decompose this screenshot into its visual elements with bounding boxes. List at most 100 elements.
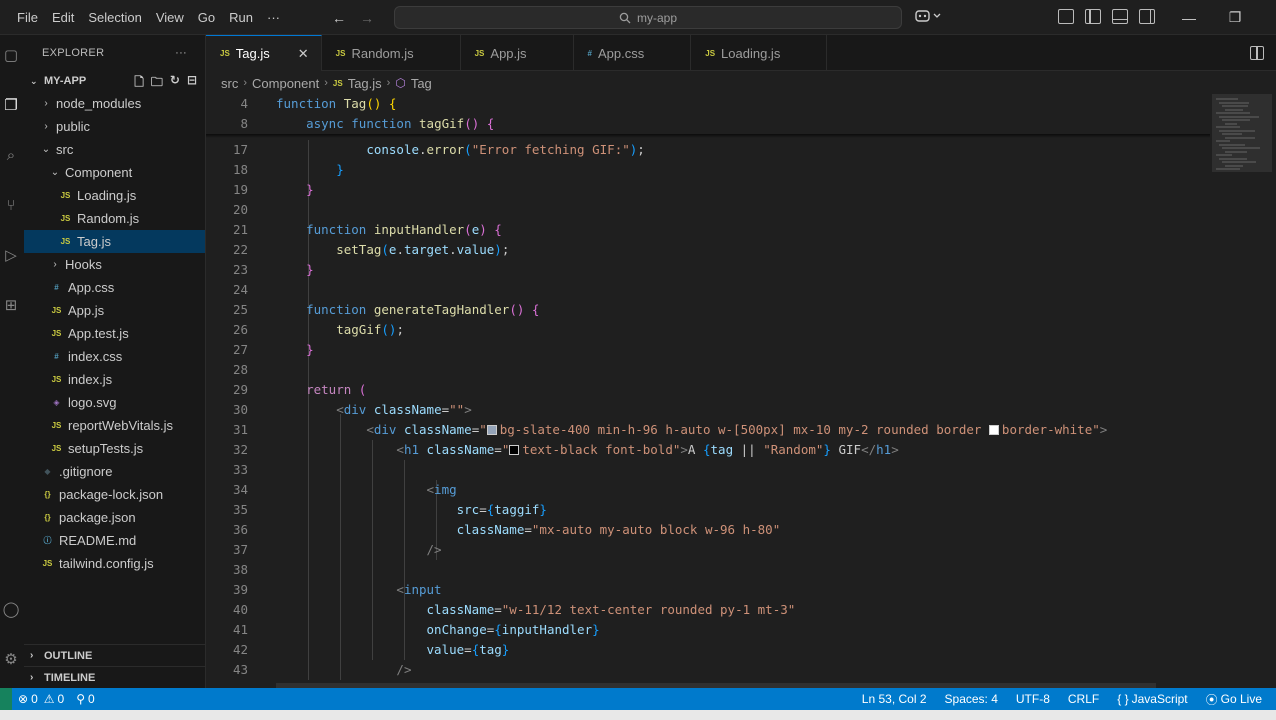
code-line[interactable]: 33 [206, 460, 1210, 480]
explorer-files-icon[interactable]: ▢ [2, 47, 20, 65]
tab-app-js[interactable]: JS App.js [461, 35, 574, 71]
tree-item[interactable]: # index.css [24, 345, 205, 368]
language-mode[interactable]: { } JavaScript [1111, 692, 1193, 706]
code-line[interactable]: 40 className="w-11/12 text-center rounde… [206, 600, 1210, 620]
outline-section[interactable]: › OUTLINE [24, 644, 206, 666]
tree-item[interactable]: ⓘ README.md [24, 529, 205, 552]
code-line[interactable]: 27 } [206, 340, 1210, 360]
split-editor-icon[interactable] [1250, 46, 1264, 60]
code-line[interactable]: 24 [206, 280, 1210, 300]
code-line[interactable]: 25 function generateTagHandler() { [206, 300, 1210, 320]
restore-button[interactable]: ❐ [1212, 0, 1258, 35]
account-icon[interactable]: ◯ [2, 601, 20, 619]
end-of-line[interactable]: CRLF [1062, 692, 1105, 706]
code-line[interactable]: 20 [206, 200, 1210, 220]
tree-item[interactable]: JS App.js [24, 299, 205, 322]
breadcrumb-symbol[interactable]: Tag [411, 76, 432, 91]
collapse-all-icon[interactable]: ⊟ [187, 73, 197, 94]
remote-indicator[interactable] [0, 688, 12, 710]
menu-selection[interactable]: Selection [81, 0, 148, 35]
code-line[interactable]: 21 function inputHandler(e) { [206, 220, 1210, 240]
minimap[interactable] [1210, 94, 1276, 688]
tree-item[interactable]: ⌄ Component [24, 161, 205, 184]
sticky-scroll-line[interactable]: 4 function Tag() { [206, 94, 1210, 114]
encoding[interactable]: UTF-8 [1010, 692, 1056, 706]
code-line[interactable]: 17 console.error("Error fetching GIF:"); [206, 140, 1210, 160]
code-line[interactable]: 28 [206, 360, 1210, 380]
code-line[interactable]: 42 value={tag} [206, 640, 1210, 660]
tree-item[interactable]: JS reportWebVitals.js [24, 414, 205, 437]
code-line[interactable]: 41 onChange={inputHandler} [206, 620, 1210, 640]
tree-item[interactable]: ◈ logo.svg [24, 391, 205, 414]
code-line[interactable]: 36 className="mx-auto my-auto block w-96… [206, 520, 1210, 540]
tree-item[interactable]: {} package-lock.json [24, 483, 205, 506]
sticky-scroll-line[interactable]: 8 async function tagGif() { [206, 114, 1210, 134]
problems-indicator[interactable]: ⊗ 0 ⚠ 0 [12, 692, 70, 706]
search-icon[interactable]: ⌕ [2, 147, 20, 165]
menu-more[interactable]: ··· [260, 0, 287, 35]
tree-item[interactable]: JS App.test.js [24, 322, 205, 345]
toggle-panel-icon[interactable] [1112, 9, 1128, 24]
menu-run[interactable]: Run [222, 0, 260, 35]
code-line[interactable]: 30 <div className=""> [206, 400, 1210, 420]
code-line[interactable]: 39 <input [206, 580, 1210, 600]
ports-indicator[interactable]: ⚲ 0 [70, 692, 100, 706]
timeline-section[interactable]: › TIMELINE [24, 666, 206, 688]
code-line[interactable]: 32 <h1 className=" text-black font-bold">… [206, 440, 1210, 460]
menu-go[interactable]: Go [191, 0, 222, 35]
tree-item[interactable]: # App.css [24, 276, 205, 299]
tree-item[interactable]: › public [24, 115, 205, 138]
code-line[interactable]: 29 return ( [206, 380, 1210, 400]
tree-item[interactable]: JS Tag.js [24, 230, 205, 253]
workspace-root[interactable]: ⌄ MY-APP 🗋 🗀 ↻ ⊟ [24, 70, 205, 92]
code-line[interactable]: 34 <img [206, 480, 1210, 500]
more-actions-icon[interactable]: ··· [175, 47, 187, 59]
menu-view[interactable]: View [149, 0, 191, 35]
tree-item[interactable]: JS Random.js [24, 207, 205, 230]
back-arrow-icon[interactable]: ← [332, 10, 346, 26]
code-line[interactable]: 35 src={taggif} [206, 500, 1210, 520]
tree-item[interactable]: JS setupTests.js [24, 437, 205, 460]
tree-item[interactable]: JS tailwind.config.js [24, 552, 205, 575]
indentation[interactable]: Spaces: 4 [939, 692, 1004, 706]
settings-gear-icon[interactable]: ⚙ [2, 651, 20, 669]
code-line[interactable]: 18 } [206, 160, 1210, 180]
tree-item[interactable]: JS Loading.js [24, 184, 205, 207]
toggle-secondary-sidebar-icon[interactable] [1139, 9, 1155, 24]
breadcrumb-folder-src[interactable]: src [221, 76, 238, 91]
menu-file[interactable]: File [10, 0, 45, 35]
explorer-active-icon[interactable]: ❐ [2, 97, 20, 115]
code-editor[interactable]: 4 function Tag() {8 async function tagGif… [206, 94, 1210, 688]
refresh-icon[interactable]: ↻ [170, 73, 180, 94]
close-icon[interactable]: ✕ [298, 46, 309, 62]
tree-item[interactable]: JS index.js [24, 368, 205, 391]
minimize-button[interactable]: — [1166, 0, 1212, 35]
tree-item[interactable]: {} package.json [24, 506, 205, 529]
forward-arrow-icon[interactable]: → [360, 10, 374, 26]
tab-tag-js[interactable]: JS Tag.js ✕ [206, 35, 322, 71]
cursor-position[interactable]: Ln 53, Col 2 [856, 692, 933, 706]
run-debug-icon[interactable]: ▷ [2, 247, 20, 265]
copilot-icon[interactable] [915, 8, 941, 27]
breadcrumb-folder-component[interactable]: Component [252, 76, 319, 91]
new-file-icon[interactable]: 🗋 [134, 73, 144, 94]
customize-layout-icon[interactable] [1058, 9, 1074, 24]
tree-item[interactable]: ◆ .gitignore [24, 460, 205, 483]
go-live-button[interactable]: ⦿ Go Live [1200, 691, 1268, 708]
code-line[interactable]: 31 <div className=" bg-slate-400 min-h-96… [206, 420, 1210, 440]
command-center-search[interactable]: my-app [394, 6, 902, 29]
code-line[interactable]: 37 /> [206, 540, 1210, 560]
tab-app-css[interactable]: # App.css [574, 35, 692, 71]
tab-loading-js[interactable]: JS Loading.js [691, 35, 828, 71]
code-line[interactable]: 23 } [206, 260, 1210, 280]
code-line[interactable]: 26 tagGif(); [206, 320, 1210, 340]
tab-random-js[interactable]: JS Random.js [322, 35, 461, 71]
code-line[interactable]: 22 setTag(e.target.value); [206, 240, 1210, 260]
extensions-icon[interactable]: ⊞ [2, 297, 20, 315]
tree-item[interactable]: › Hooks [24, 253, 205, 276]
code-line[interactable]: 19 } [206, 180, 1210, 200]
tree-item[interactable]: ⌄ src [24, 138, 205, 161]
breadcrumb-file[interactable]: Tag.js [348, 76, 382, 91]
source-control-icon[interactable]: ⑂ [2, 197, 20, 215]
code-line[interactable]: 38 [206, 560, 1210, 580]
